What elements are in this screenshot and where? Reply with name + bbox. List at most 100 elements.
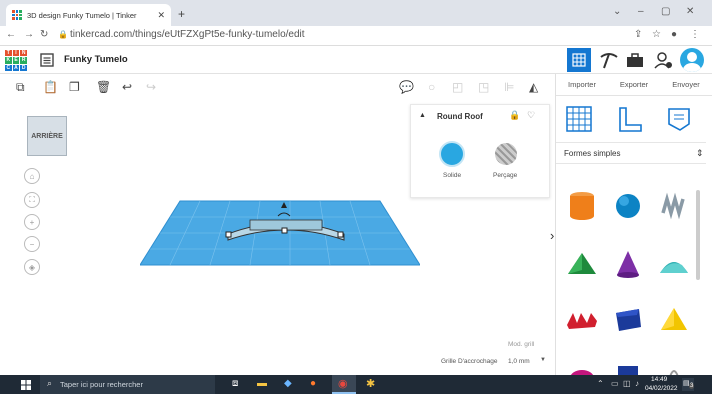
chrome-icon: ◉ <box>338 378 348 390</box>
task-view-icon[interactable]: ⧈ <box>232 378 238 389</box>
tray-chevron-up-icon[interactable]: ⌃ <box>597 379 604 388</box>
duplicate-icon[interactable]: ❐ <box>69 80 80 94</box>
minimize-button[interactable]: – <box>638 6 644 17</box>
scribble-shape[interactable] <box>654 186 694 226</box>
forward-icon[interactable]: → <box>24 29 34 40</box>
comment-icon[interactable]: 💬 <box>399 80 414 94</box>
panel-scrollbar[interactable] <box>696 190 700 280</box>
tinkercad-logo[interactable]: TIN KER CAD <box>5 50 27 71</box>
workplane-tool-icon[interactable] <box>566 106 592 132</box>
share-icon[interactable]: ⇪ <box>634 29 642 40</box>
hole-button[interactable] <box>495 143 517 165</box>
grid-view-icon <box>572 53 586 67</box>
browser-tab[interactable]: 3D design Funky Tumelo | Tinker ✕ <box>6 4 171 26</box>
maximize-button[interactable]: ▢ <box>661 6 670 17</box>
reload-icon[interactable]: ↻ <box>40 29 48 40</box>
group-icon[interactable]: ◰ <box>452 80 463 94</box>
notification-badge: 3 <box>689 383 695 389</box>
copy-icon[interactable]: ⧉ <box>16 80 25 95</box>
hole-label: Perçage <box>493 172 518 179</box>
blue-box-shape[interactable] <box>608 350 648 375</box>
text-shape[interactable] <box>562 300 602 340</box>
perspective-icon[interactable]: ◈ <box>24 259 40 275</box>
search-icon: ⌕ <box>47 378 53 388</box>
zoom-in-icon[interactable]: + <box>24 214 40 230</box>
export-button[interactable]: Exporter <box>608 74 660 95</box>
fit-view-icon[interactable]: ⛶ <box>24 192 40 208</box>
file-explorer-icon[interactable]: ▬ <box>257 378 267 389</box>
sphere-shape[interactable] <box>608 186 648 226</box>
taskbar-search-placeholder: Taper ici pour rechercher <box>60 380 143 389</box>
shape-name: Round Roof <box>437 112 483 121</box>
view-cube[interactable]: ARRIÈRE <box>27 116 67 156</box>
polygon-shape[interactable] <box>608 300 648 340</box>
notification-button[interactable]: ▤ 3 <box>682 378 695 391</box>
import-button[interactable]: Importer <box>556 74 608 95</box>
cone-shape[interactable] <box>608 244 648 284</box>
light-bulb-icon[interactable]: ♡ <box>527 110 535 121</box>
close-window-button[interactable]: ✕ <box>686 6 694 17</box>
notes-tool-icon[interactable] <box>666 106 692 132</box>
clock-date[interactable]: 04/02/2022 <box>645 385 678 392</box>
bookmark-star-icon[interactable]: ☆ <box>652 29 661 40</box>
tinkercad-favicon-icon <box>12 10 22 20</box>
view-cube-face-label: ARRIÈRE <box>31 132 63 140</box>
teams-icon[interactable]: ◆ <box>284 378 292 389</box>
network-icon[interactable]: ◫ <box>623 379 631 388</box>
windows-start-icon[interactable] <box>21 380 31 390</box>
round-roof-shape[interactable] <box>222 198 350 248</box>
shape-library <box>558 180 694 375</box>
new-tab-button[interactable]: + <box>178 7 185 21</box>
clock-time[interactable]: 14:49 <box>651 376 667 383</box>
lock-icon: 🔒 <box>58 30 68 39</box>
grey-shape[interactable] <box>654 350 694 375</box>
chrome-taskbar-button[interactable]: ◉ <box>332 375 356 394</box>
undo-icon[interactable]: ↩ <box>122 80 132 94</box>
pyramid-green-shape[interactable] <box>562 244 602 284</box>
cylinder-shape[interactable] <box>562 186 602 226</box>
more-menu-icon[interactable]: ⋮ <box>690 29 700 40</box>
expand-panel-icon[interactable]: › <box>550 228 554 243</box>
pickaxe-icon[interactable] <box>599 51 619 69</box>
profile-icon[interactable]: ● <box>671 29 677 40</box>
lock-shape-icon[interactable]: 🔒 <box>509 110 520 121</box>
add-user-icon[interactable] <box>654 51 672 69</box>
solid-color-button[interactable] <box>439 141 465 167</box>
briefcase-icon[interactable] <box>626 53 644 67</box>
battery-icon[interactable]: ▭ <box>611 379 619 388</box>
bulb-icon[interactable]: ○ <box>428 80 435 94</box>
volume-icon[interactable]: ♪ <box>635 379 639 388</box>
delete-icon[interactable]: 🗑 <box>96 80 111 94</box>
edit-toolbar <box>0 74 555 100</box>
home-view-icon[interactable]: ⌂ <box>24 168 40 184</box>
chevron-down-icon: ▼ <box>540 357 546 363</box>
tab-list-icon[interactable]: ⌄ <box>613 6 621 17</box>
paste-icon[interactable]: 📋 <box>43 80 58 94</box>
shape-category-select[interactable]: Formes simples ⇕ <box>556 142 706 164</box>
project-title[interactable]: Funky Tumelo <box>64 54 128 65</box>
ruler-tool-icon[interactable] <box>617 106 643 132</box>
taskbar-search[interactable]: ⌕ Taper ici pour rechercher <box>40 375 215 394</box>
mirror-icon[interactable]: ◭ <box>529 80 538 94</box>
edit-grid-button[interactable]: Mod. grill <box>508 341 534 348</box>
back-icon[interactable]: ← <box>6 29 16 40</box>
user-avatar[interactable] <box>680 48 704 72</box>
3d-view-button[interactable] <box>567 48 591 72</box>
snap-grid-select[interactable]: 1,0 mm <box>508 358 530 365</box>
collapse-icon[interactable]: ▲ <box>419 112 426 119</box>
send-button[interactable]: Envoyer <box>660 74 712 95</box>
redo-icon[interactable]: ↪ <box>146 80 156 94</box>
pyramid-yellow-shape[interactable] <box>654 300 694 340</box>
align-icon[interactable]: ⊫ <box>504 80 514 94</box>
app-icon[interactable]: ✱ <box>366 377 375 390</box>
shape-inspector: ▲ Round Roof 🔒 ♡ Solide Perçage <box>410 104 550 198</box>
zoom-out-icon[interactable]: − <box>24 236 40 252</box>
firefox-icon[interactable]: ● <box>310 378 316 389</box>
close-tab-icon[interactable]: ✕ <box>157 10 165 21</box>
design-list-icon[interactable] <box>40 53 54 67</box>
round-roof-library-shape[interactable] <box>654 244 694 284</box>
ungroup-icon[interactable]: ◳ <box>478 80 489 94</box>
url-field[interactable]: tinkercad.com/things/eUtFZXgPt5e-funky-t… <box>70 29 305 40</box>
snap-grid-label: Grille D'accrochage <box>441 358 498 365</box>
magenta-shape[interactable] <box>562 350 602 375</box>
